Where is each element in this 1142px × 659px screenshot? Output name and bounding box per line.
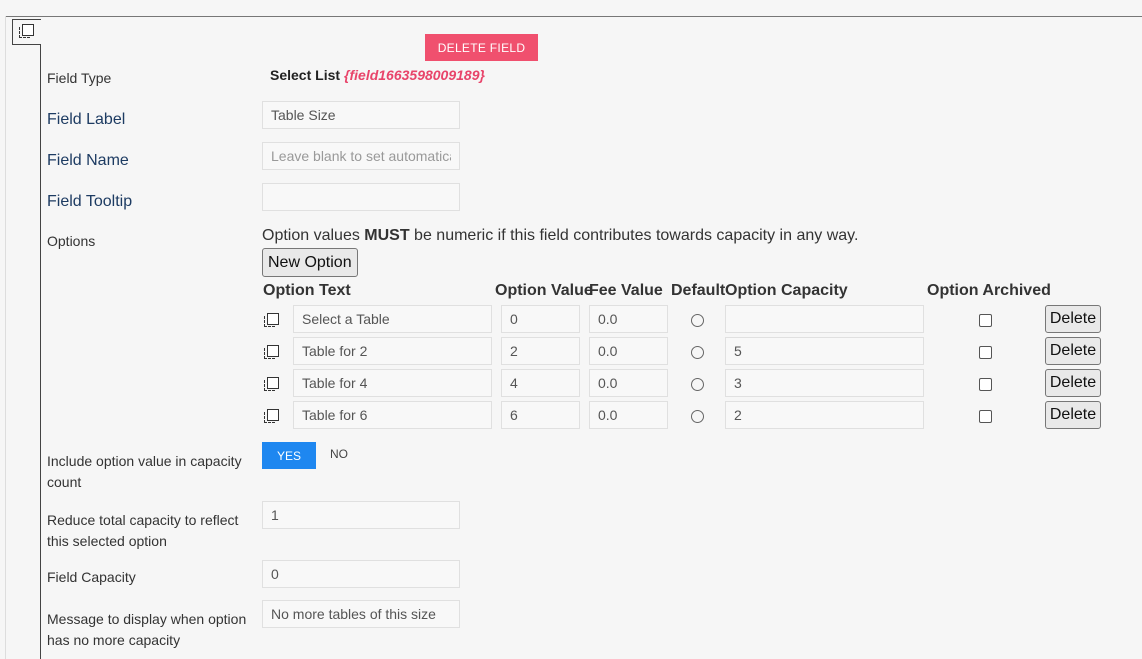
option-value-input[interactable]: [501, 305, 580, 333]
row-drag-icon[interactable]: [264, 377, 279, 391]
reduce-capacity-label-line1: Reduce total capacity to reflect: [47, 512, 239, 528]
field-id: {field1663598009189}: [344, 67, 485, 83]
fee-value-input[interactable]: [589, 337, 668, 365]
include-capacity-yes-button[interactable]: YES: [262, 442, 316, 469]
field-tooltip-input[interactable]: [262, 183, 460, 211]
field-label-label: Field Label: [47, 111, 126, 128]
option-capacity-input[interactable]: [725, 305, 924, 333]
frame-top-border: [5, 16, 1142, 17]
field-type-name: Select List: [270, 67, 341, 83]
frame-left-border: [5, 16, 6, 659]
header-option-value: Option Value: [495, 282, 593, 299]
no-capacity-message-input[interactable]: [262, 600, 460, 628]
option-capacity-input[interactable]: [725, 337, 924, 365]
drag-handle-icon: [19, 24, 34, 38]
include-capacity-label-line1: Include option value in capacity: [47, 453, 242, 469]
archived-checkbox[interactable]: [979, 346, 992, 359]
option-capacity-input[interactable]: [725, 401, 924, 429]
archived-checkbox[interactable]: [979, 378, 992, 391]
field-capacity-label: Field Capacity: [47, 569, 136, 585]
row-drag-icon[interactable]: [264, 345, 279, 359]
option-text-input[interactable]: [293, 369, 492, 397]
field-name-label: Field Name: [47, 152, 129, 169]
delete-option-button[interactable]: Delete: [1045, 401, 1101, 429]
field-label-input[interactable]: [262, 101, 460, 129]
delete-field-button[interactable]: DELETE FIELD: [425, 34, 538, 61]
default-radio[interactable]: [691, 346, 704, 359]
no-capacity-message-label-line2: has no more capacity: [47, 632, 181, 648]
field-drag-handle[interactable]: [12, 19, 41, 45]
delete-option-button[interactable]: Delete: [1045, 305, 1101, 333]
delete-option-button[interactable]: Delete: [1045, 369, 1101, 397]
header-option-capacity: Option Capacity: [725, 282, 848, 299]
include-capacity-label: Include option value in capacity count: [47, 451, 242, 493]
option-value-input[interactable]: [501, 369, 580, 397]
field-type-value: Select List {field1663598009189}: [270, 67, 485, 83]
options-label: Options: [47, 233, 96, 249]
field-type-label: Field Type: [47, 70, 112, 86]
reduce-capacity-label: Reduce total capacity to reflect this sel…: [47, 510, 238, 552]
header-fee-value: Fee Value: [589, 282, 663, 299]
row-drag-icon[interactable]: [264, 409, 279, 423]
new-option-button[interactable]: New Option: [262, 248, 358, 277]
fee-value-input[interactable]: [589, 305, 668, 333]
row-drag-icon[interactable]: [264, 313, 279, 327]
options-note-prefix: Option values: [262, 227, 365, 244]
archived-checkbox[interactable]: [979, 410, 992, 423]
no-capacity-message-label-line1: Message to display when option: [47, 611, 247, 627]
header-default: Default: [671, 282, 726, 299]
option-capacity-input[interactable]: [725, 369, 924, 397]
option-text-input[interactable]: [293, 305, 492, 333]
field-tooltip-label: Field Tooltip: [47, 193, 133, 210]
include-capacity-label-line2: count: [47, 474, 82, 490]
archived-checkbox[interactable]: [979, 314, 992, 327]
option-value-input[interactable]: [501, 401, 580, 429]
delete-option-button[interactable]: Delete: [1045, 337, 1101, 365]
header-option-archived: Option Archived: [927, 282, 1051, 299]
fee-value-input[interactable]: [589, 369, 668, 397]
option-value-input[interactable]: [501, 337, 580, 365]
option-text-input[interactable]: [293, 401, 492, 429]
no-capacity-message-label: Message to display when option has no mor…: [47, 609, 246, 651]
header-option-text: Option Text: [263, 282, 351, 299]
fee-value-input[interactable]: [589, 401, 668, 429]
default-radio[interactable]: [691, 410, 704, 423]
field-name-input[interactable]: [262, 142, 460, 170]
reduce-capacity-label-line2: this selected option: [47, 533, 167, 549]
field-left-rule: [40, 43, 41, 659]
reduce-capacity-input[interactable]: [262, 501, 460, 529]
options-note-suffix: be numeric if this field contributes tow…: [409, 227, 859, 244]
default-radio[interactable]: [691, 314, 704, 327]
field-capacity-input[interactable]: [262, 560, 460, 588]
options-note: Option values MUST be numeric if this fi…: [262, 227, 858, 245]
default-radio[interactable]: [691, 378, 704, 391]
include-capacity-no-button[interactable]: NO: [330, 442, 348, 469]
option-text-input[interactable]: [293, 337, 492, 365]
options-note-bold: MUST: [364, 227, 410, 244]
